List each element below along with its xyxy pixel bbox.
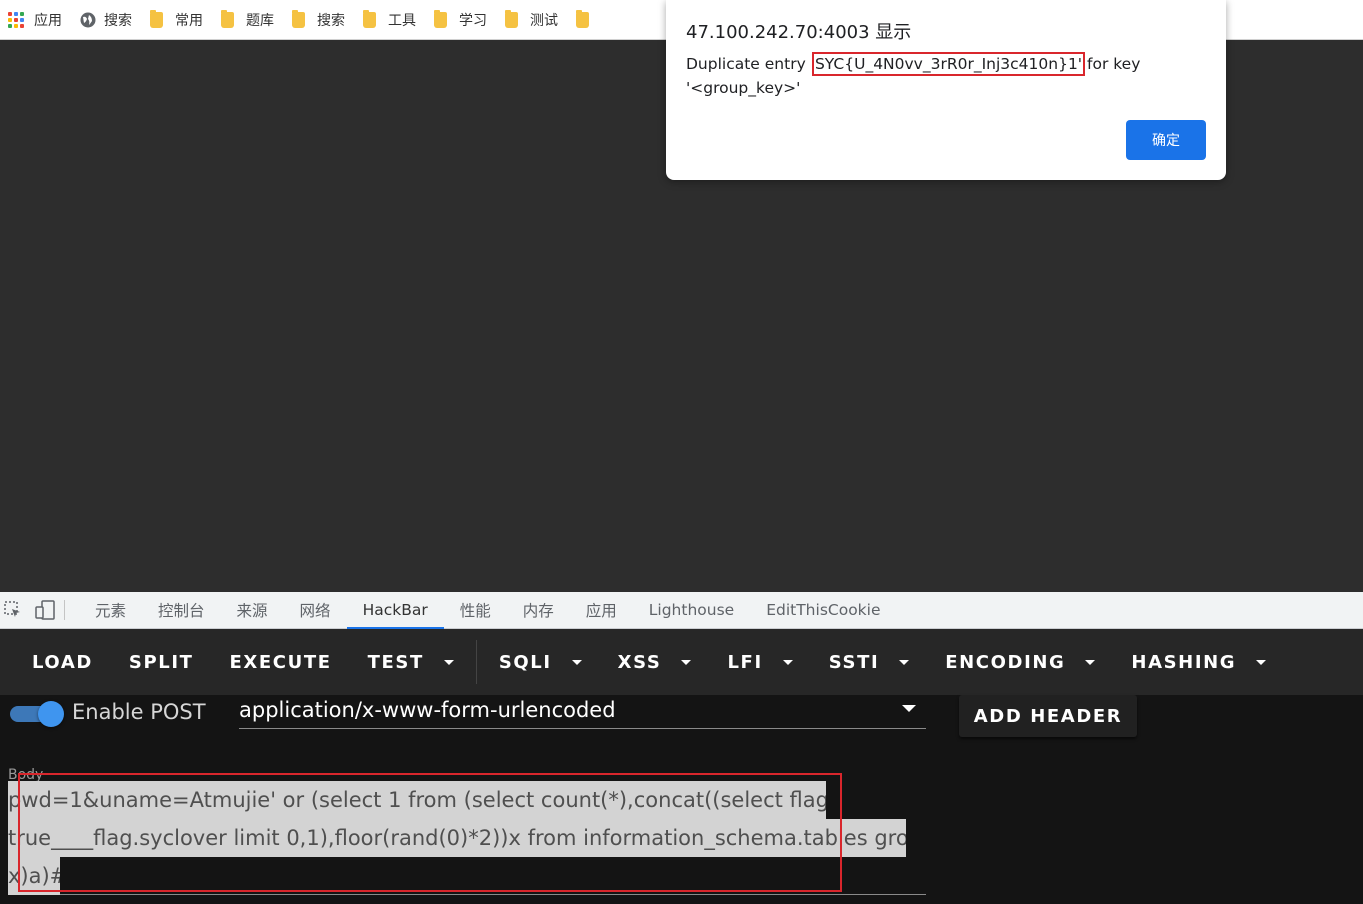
folder-icon xyxy=(292,9,305,28)
bookmark-label: 工具 xyxy=(388,12,416,29)
folder-icon xyxy=(505,9,518,28)
bookmark-label: 学习 xyxy=(459,12,487,29)
bookmark-label: 应用 xyxy=(34,12,62,29)
tab-hackbar[interactable]: HackBar xyxy=(346,592,444,630)
encoding-menu-button[interactable]: ENCODING xyxy=(927,639,1113,685)
folder-icon xyxy=(363,9,376,28)
sqli-label: SQLI xyxy=(498,651,552,673)
tab-lighthouse[interactable]: Lighthouse xyxy=(633,592,750,629)
lfi-label: LFI xyxy=(727,651,763,673)
add-header-button[interactable]: ADD HEADER xyxy=(959,695,1137,737)
bookmark-folder-test[interactable]: 测试 xyxy=(503,6,568,34)
ssti-menu-button[interactable]: SSTI xyxy=(811,639,928,685)
bookmark-folder-study[interactable]: 学习 xyxy=(432,6,497,34)
caret-down-icon xyxy=(443,659,454,665)
devtools-tab-bar: 元素 控制台 来源 网络 HackBar 性能 内存 应用 Lighthouse… xyxy=(0,592,1363,630)
test-label: TEST xyxy=(367,651,424,673)
toolbar-divider xyxy=(64,600,65,620)
split-button[interactable]: SPLIT xyxy=(111,639,212,685)
encoding-label: ENCODING xyxy=(945,651,1066,673)
apps-grid-icon xyxy=(8,11,24,28)
inspect-element-icon[interactable] xyxy=(2,599,24,621)
test-menu-button[interactable]: TEST xyxy=(350,639,472,685)
xss-label: XSS xyxy=(617,651,662,673)
tab-network[interactable]: 网络 xyxy=(284,592,347,629)
tab-application[interactable]: 应用 xyxy=(570,592,633,629)
device-toolbar-icon[interactable] xyxy=(34,599,56,621)
folder-icon xyxy=(150,9,163,28)
load-button[interactable]: LOAD xyxy=(14,639,111,685)
execute-label: EXECUTE xyxy=(229,651,332,673)
folder-icon xyxy=(221,9,234,28)
hashing-menu-button[interactable]: HASHING xyxy=(1113,639,1284,685)
caret-down-icon xyxy=(681,659,692,665)
globe-icon xyxy=(80,12,96,27)
caret-down-icon xyxy=(899,659,910,665)
bookmark-search-globe[interactable]: 搜索 xyxy=(78,6,142,34)
hackbar-panel: Enable POST application/x-www-form-urlen… xyxy=(0,695,1363,904)
ok-button[interactable]: 确定 xyxy=(1126,120,1206,160)
enable-post-label: Enable POST xyxy=(72,700,206,724)
toolbar-divider xyxy=(475,640,477,684)
bookmark-label: 搜索 xyxy=(104,12,132,29)
bookmark-folder-common[interactable]: 常用 xyxy=(148,6,213,34)
caret-down-icon xyxy=(902,705,916,712)
bookmark-folder-search[interactable]: 搜索 xyxy=(290,6,355,34)
bookmark-folder-problems[interactable]: 题库 xyxy=(219,6,284,34)
load-label: LOAD xyxy=(32,651,93,673)
execute-button[interactable]: EXECUTE xyxy=(212,639,350,685)
tab-sources[interactable]: 来源 xyxy=(221,592,284,629)
body-line: x)a)# xyxy=(8,857,60,895)
bookmark-label: 测试 xyxy=(530,12,558,29)
bookmark-folder-more[interactable] xyxy=(574,6,611,34)
content-type-value: application/x-www-form-urlencoded xyxy=(239,698,616,722)
bookmark-label: 题库 xyxy=(246,12,274,29)
lfi-menu-button[interactable]: LFI xyxy=(709,639,810,685)
tab-memory[interactable]: 内存 xyxy=(507,592,570,629)
caret-down-icon xyxy=(1085,659,1096,665)
xss-menu-button[interactable]: XSS xyxy=(600,639,710,685)
content-type-select[interactable]: application/x-www-form-urlencoded xyxy=(239,695,926,729)
enable-post-toggle[interactable] xyxy=(10,701,64,727)
ssti-label: SSTI xyxy=(828,651,880,673)
folder-icon xyxy=(576,9,589,28)
dialog-message: Duplicate entry 'SYC{U_4N0vv_3rR0r_Inj3c… xyxy=(686,52,1206,100)
body-line: pwd=1&uname=Atmujie' or (select 1 from (… xyxy=(8,781,826,819)
split-label: SPLIT xyxy=(128,651,194,673)
bookmark-label: 常用 xyxy=(175,12,203,29)
flag-highlight: SYC{U_4N0vv_3rR0r_Inj3c410n}1' xyxy=(811,52,1086,76)
body-line: true____flag.syclover limit 0,1),floor(r… xyxy=(8,819,906,857)
bookmark-folder-tools[interactable]: 工具 xyxy=(361,6,426,34)
tab-elements[interactable]: 元素 xyxy=(79,592,142,629)
caret-down-icon xyxy=(571,659,582,665)
tab-editthiscookie[interactable]: EditThisCookie xyxy=(750,592,896,629)
caret-down-icon xyxy=(782,659,793,665)
folder-icon xyxy=(434,9,447,28)
tab-console[interactable]: 控制台 xyxy=(142,592,221,629)
tab-performance[interactable]: 性能 xyxy=(444,592,507,629)
hashing-label: HASHING xyxy=(1131,651,1237,673)
bookmark-apps[interactable]: 应用 xyxy=(6,6,72,34)
body-textarea[interactable]: pwd=1&uname=Atmujie' or (select 1 from (… xyxy=(8,781,926,895)
dialog-title: 47.100.242.70:4003 显示 xyxy=(686,22,912,43)
alert-dialog: 47.100.242.70:4003 显示 Duplicate entry 'S… xyxy=(666,0,1226,180)
bookmark-label: 搜索 xyxy=(317,12,345,29)
dialog-message-prefix: Duplicate entry ' xyxy=(686,55,815,73)
hackbar-toolbar: LOAD SPLIT EXECUTE TEST SQLI XSS LFI SST… xyxy=(0,629,1363,695)
caret-down-icon xyxy=(1256,659,1267,665)
toggle-knob xyxy=(38,701,64,727)
sqli-menu-button[interactable]: SQLI xyxy=(481,639,600,685)
